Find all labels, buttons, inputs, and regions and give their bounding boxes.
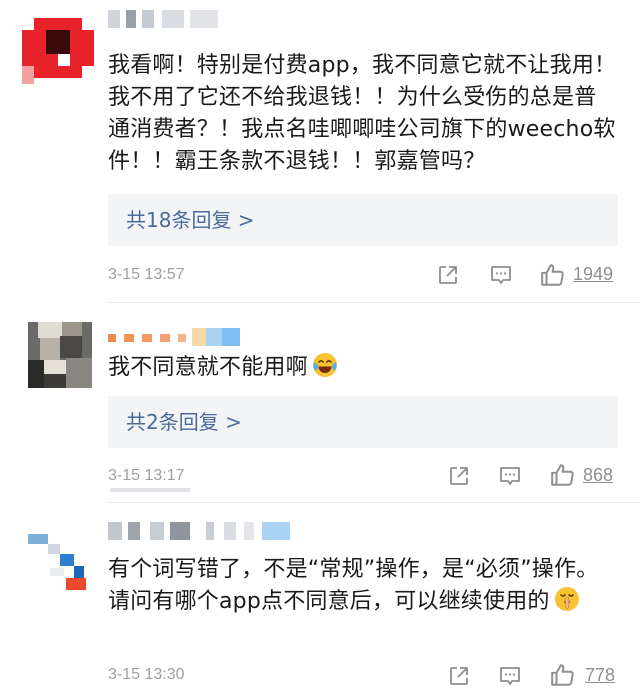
thumbs-up-icon[interactable] [550,662,576,688]
username-pixelated[interactable] [108,10,218,28]
pixelated-redaction [110,488,190,492]
comment-text: 我看啊！特别是付费app，我不同意它就不让我用！我不用了它还不给我退钱！！为什么… [108,53,617,174]
avatar[interactable] [28,322,92,388]
comment-icon[interactable] [498,464,522,488]
timestamp: 3-15 13:30 [108,666,185,683]
username-pixelated[interactable] [108,328,240,346]
comment-icon[interactable] [498,664,522,688]
like-count[interactable]: 868 [583,465,613,486]
username-pixelated[interactable] [108,522,290,540]
avatar[interactable] [22,12,94,84]
view-replies-button[interactable]: 共18条回复 > [108,194,618,246]
avatar[interactable] [28,534,92,590]
laughing-crying-emoji [312,353,337,377]
like-count[interactable]: 1949 [573,264,613,285]
like-count[interactable]: 778 [585,665,615,686]
comment-text-content: 我不同意就不能用啊 [108,355,308,380]
timestamp: 3-15 13:57 [108,266,185,283]
shushing-face-emoji [554,587,579,611]
view-replies-button[interactable]: 共2条回复 > [108,396,618,448]
share-icon[interactable] [436,263,460,287]
timestamp: 3-15 13:17 [108,467,185,484]
share-icon[interactable] [447,464,471,488]
divider [108,302,640,303]
comment-text-content: 有个词写错了，不是“常规”操作，是“必须”操作。请问有哪个app点不同意后，可以… [108,557,599,614]
thumbs-up-icon[interactable] [540,262,566,288]
divider [108,502,640,503]
comment-icon[interactable] [489,263,513,287]
share-icon[interactable] [447,664,471,688]
thumbs-up-icon[interactable] [550,462,576,488]
comment-text: 有个词写错了，不是“常规”操作，是“必须”操作。请问有哪个app点不同意后，可以… [108,554,618,618]
comment-text: 我不同意就不能用啊 [108,352,618,384]
